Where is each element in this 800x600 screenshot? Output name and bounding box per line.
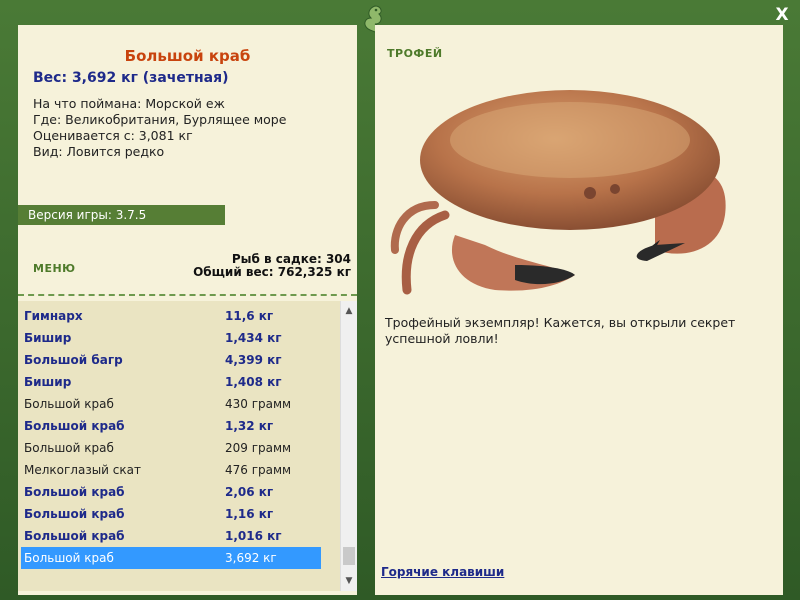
scroll-up-icon[interactable]: ▲ <box>341 303 357 319</box>
trophy-label: ТРОФЕЙ <box>387 47 443 60</box>
list-item-name: Большой краб <box>24 441 114 455</box>
list-item-weight: 1,408 кг <box>225 375 282 389</box>
list-item-name: Большой краб <box>24 419 125 433</box>
fish-rated-from: Оценивается с: 3,081 кг <box>33 128 193 143</box>
list-item-name: Бишир <box>24 375 72 389</box>
list-item-weight: 1,434 кг <box>225 331 282 345</box>
list-item-weight: 430 грамм <box>225 397 292 411</box>
list-item-name: Большой багр <box>24 353 123 367</box>
scroll-thumb[interactable] <box>343 547 355 565</box>
list-item-name: Большой краб <box>24 397 114 411</box>
fish-info-panel: Большой краб Вес: 3,692 кг (зачетная) На… <box>18 25 357 595</box>
list-item-name: Бишир <box>24 331 72 345</box>
list-item[interactable]: Большой краб 209 грамм <box>21 437 321 459</box>
crab-image <box>390 90 726 295</box>
fish-kind: Вид: Ловится редко <box>33 144 165 159</box>
list-item-weight: 3,692 кг <box>225 551 277 565</box>
list-item[interactable]: Большой багр 4,399 кг <box>21 349 321 371</box>
fish-title: Большой краб <box>124 47 251 65</box>
list-item-weight: 2,06 кг <box>225 485 274 499</box>
list-item-name: Большой краб <box>24 551 114 565</box>
list-item-weight: 476 грамм <box>225 463 292 477</box>
trophy-panel: ТРОФЕЙ Трофейный экземпляр! Кажется, вы … <box>375 25 783 595</box>
list-item[interactable]: Мелкоглазый скат 476 грамм <box>21 459 321 481</box>
list-item-weight: 209 грамм <box>225 441 292 455</box>
list-item[interactable]: Большой краб 2,06 кг <box>21 481 321 503</box>
trophy-text: Трофейный экземпляр! Кажется, вы открыли… <box>385 315 736 346</box>
fish-bait: На что поймана: Морской еж <box>33 96 225 111</box>
list-item-name: Мелкоглазый скат <box>24 463 141 477</box>
list-item[interactable]: Большой краб 1,32 кг <box>21 415 321 437</box>
list-item[interactable]: Большой краб 1,016 кг <box>21 525 321 547</box>
list-item-weight: 1,32 кг <box>225 419 274 433</box>
list-item-weight: 4,399 кг <box>225 353 282 367</box>
list-item-name: Большой краб <box>24 529 125 543</box>
list-item-weight: 11,6 кг <box>225 309 274 323</box>
list-item-selected[interactable]: Большой краб 3,692 кг <box>21 547 321 569</box>
total-weight: Общий вес: 762,325 кг <box>193 265 351 279</box>
keepnet-count: Рыб в садке: 304 <box>231 252 351 266</box>
scrollbar[interactable]: ▲ ▼ <box>340 301 357 591</box>
fish-location: Где: Великобритания, Бурлящее море <box>33 112 287 127</box>
list-item-weight: 1,16 кг <box>225 507 274 521</box>
list-item-name: Большой краб <box>24 485 125 499</box>
list-item[interactable]: Большой краб 1,16 кг <box>21 503 321 525</box>
list-item[interactable]: Большой краб 430 грамм <box>21 393 321 415</box>
list-item-name: Гимнарх <box>24 309 83 323</box>
scroll-down-icon[interactable]: ▼ <box>341 573 357 589</box>
game-version: Версия игры: 3.7.5 <box>18 205 225 225</box>
menu-button[interactable]: МЕНЮ <box>33 262 76 275</box>
list-item[interactable]: Бишир 1,434 кг <box>21 327 321 349</box>
list-item[interactable]: Гимнарх 11,6 кг <box>21 305 321 327</box>
divider <box>18 294 357 296</box>
list-item[interactable]: Бишир 1,408 кг <box>21 371 321 393</box>
hotkeys-link[interactable]: Горячие клавиши <box>381 565 504 579</box>
catch-list[interactable]: Гимнарх 11,6 кг Бишир 1,434 кг Большой багр 4… <box>18 301 340 591</box>
close-button[interactable]: X <box>770 4 794 26</box>
list-item-weight: 1,016 кг <box>225 529 282 543</box>
fish-weight: Вес: 3,692 кг (зачетная) <box>33 70 229 86</box>
list-item-name: Большой краб <box>24 507 125 521</box>
